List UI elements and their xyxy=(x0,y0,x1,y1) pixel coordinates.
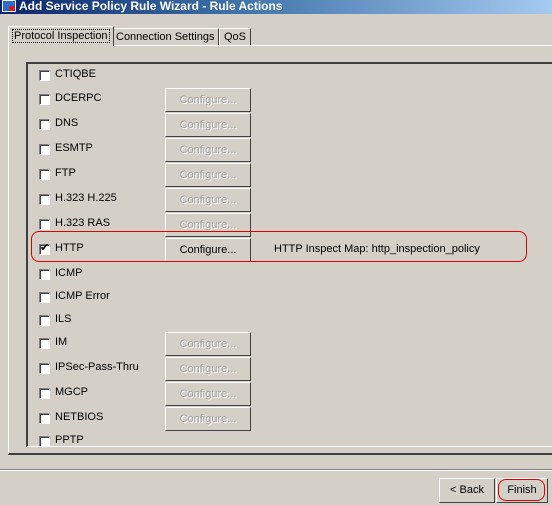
inspection-checkbox[interactable] xyxy=(39,119,50,130)
inspection-checkbox[interactable] xyxy=(39,94,50,105)
inspection-label: ICMP Error xyxy=(55,290,110,302)
inspection-row: IPSec-Pass-Thru Configure... xyxy=(28,357,552,381)
inspection-checkbox[interactable] xyxy=(39,436,50,446)
inspection-label: HTTP xyxy=(55,242,84,254)
inspection-checkbox[interactable] xyxy=(39,338,50,349)
separator xyxy=(0,469,552,471)
inspection-label: IPSec-Pass-Thru xyxy=(55,361,139,373)
inspection-row: ✔ HTTP Configure... HTTP Inspect Map: http_… xyxy=(28,238,552,262)
configure-button[interactable]: Configure... xyxy=(165,357,251,381)
inspection-row: IM Configure... xyxy=(28,332,552,356)
configure-button[interactable]: Configure... xyxy=(165,382,251,406)
inspection-checkbox[interactable] xyxy=(39,70,50,81)
inspection-checkbox[interactable] xyxy=(39,388,50,399)
inspection-row: ILS xyxy=(28,309,552,333)
inspection-checkbox[interactable] xyxy=(39,219,50,230)
inspection-label: ICMP xyxy=(55,267,83,279)
configure-button[interactable]: Configure... xyxy=(165,238,251,262)
inspection-row: H.323 H.225 Configure... xyxy=(28,188,552,212)
inspection-row: DNS Configure... xyxy=(28,113,552,137)
inspection-label: DCERPC xyxy=(55,92,102,104)
configure-button[interactable]: Configure... xyxy=(165,407,251,431)
inspection-checkbox[interactable] xyxy=(39,169,50,180)
inspection-row: PPTP xyxy=(28,430,552,446)
inspection-label: MGCP xyxy=(55,386,88,398)
configure-button[interactable]: Configure... xyxy=(165,88,251,112)
inspect-map-text: HTTP Inspect Map: http_inspection_policy xyxy=(274,243,480,255)
inspection-row: ICMP xyxy=(28,263,552,287)
inspection-checkbox[interactable] xyxy=(39,144,50,155)
tab-qos[interactable]: QoS xyxy=(219,28,252,45)
checkmark-icon: ✔ xyxy=(40,242,50,254)
inspection-row: DCERPC Configure... xyxy=(28,88,552,112)
inspection-row: ESMTP Configure... xyxy=(28,138,552,162)
configure-button[interactable]: Configure... xyxy=(165,113,251,137)
configure-button[interactable]: Configure... xyxy=(165,163,251,187)
inspection-checkbox[interactable] xyxy=(39,363,50,374)
inspection-checkbox[interactable] xyxy=(39,269,50,280)
configure-button[interactable]: Configure... xyxy=(165,138,251,162)
inspection-row: H.323 RAS Configure... xyxy=(28,213,552,237)
inspection-row: MGCP Configure... xyxy=(28,382,552,406)
tab-label: QoS xyxy=(224,31,247,43)
inspection-row: FTP Configure... xyxy=(28,163,552,187)
configure-button[interactable]: Configure... xyxy=(165,188,251,212)
inspection-label: H.323 RAS xyxy=(55,217,111,229)
inspection-label: ESMTP xyxy=(55,142,93,154)
window-title: Add Service Policy Rule Wizard - Rule Ac… xyxy=(19,0,283,13)
inspection-label: NETBIOS xyxy=(55,411,104,423)
app-icon xyxy=(2,0,16,12)
title-bar: Add Service Policy Rule Wizard - Rule Ac… xyxy=(0,0,552,14)
tab-label: Protocol Inspection xyxy=(12,29,110,43)
inspection-checkbox[interactable] xyxy=(39,315,50,326)
inspection-label: H.323 H.225 xyxy=(55,192,117,204)
inspection-row: NETBIOS Configure... xyxy=(28,407,552,431)
inspection-checkbox[interactable] xyxy=(39,413,50,424)
inspection-checkbox[interactable] xyxy=(39,194,50,205)
inspection-checkbox[interactable] xyxy=(39,292,50,303)
inspection-checkbox[interactable]: ✔ xyxy=(39,242,50,255)
inspection-label: CTIQBE xyxy=(55,68,96,80)
configure-button[interactable]: Configure... xyxy=(165,332,251,356)
inspection-row: ICMP Error xyxy=(28,286,552,310)
tab-label: Connection Settings xyxy=(116,31,215,43)
tab-protocol-inspection[interactable]: Protocol Inspection xyxy=(8,26,114,46)
inspection-label: IM xyxy=(55,336,68,348)
inspection-label: DNS xyxy=(55,117,79,129)
inspection-label: PPTP xyxy=(55,434,84,446)
inspection-row: CTIQBE xyxy=(28,64,552,88)
inspection-list[interactable]: CTIQBE DCERPC Configure... DNS Configure... E… xyxy=(26,62,552,447)
configure-button[interactable]: Configure... xyxy=(165,213,251,237)
finish-button[interactable]: Finish xyxy=(496,478,548,503)
back-button[interactable]: < Back xyxy=(439,478,495,503)
inspection-label: ILS xyxy=(55,313,72,325)
tab-connection-settings[interactable]: Connection Settings xyxy=(111,28,220,45)
inspection-label: FTP xyxy=(55,167,76,179)
